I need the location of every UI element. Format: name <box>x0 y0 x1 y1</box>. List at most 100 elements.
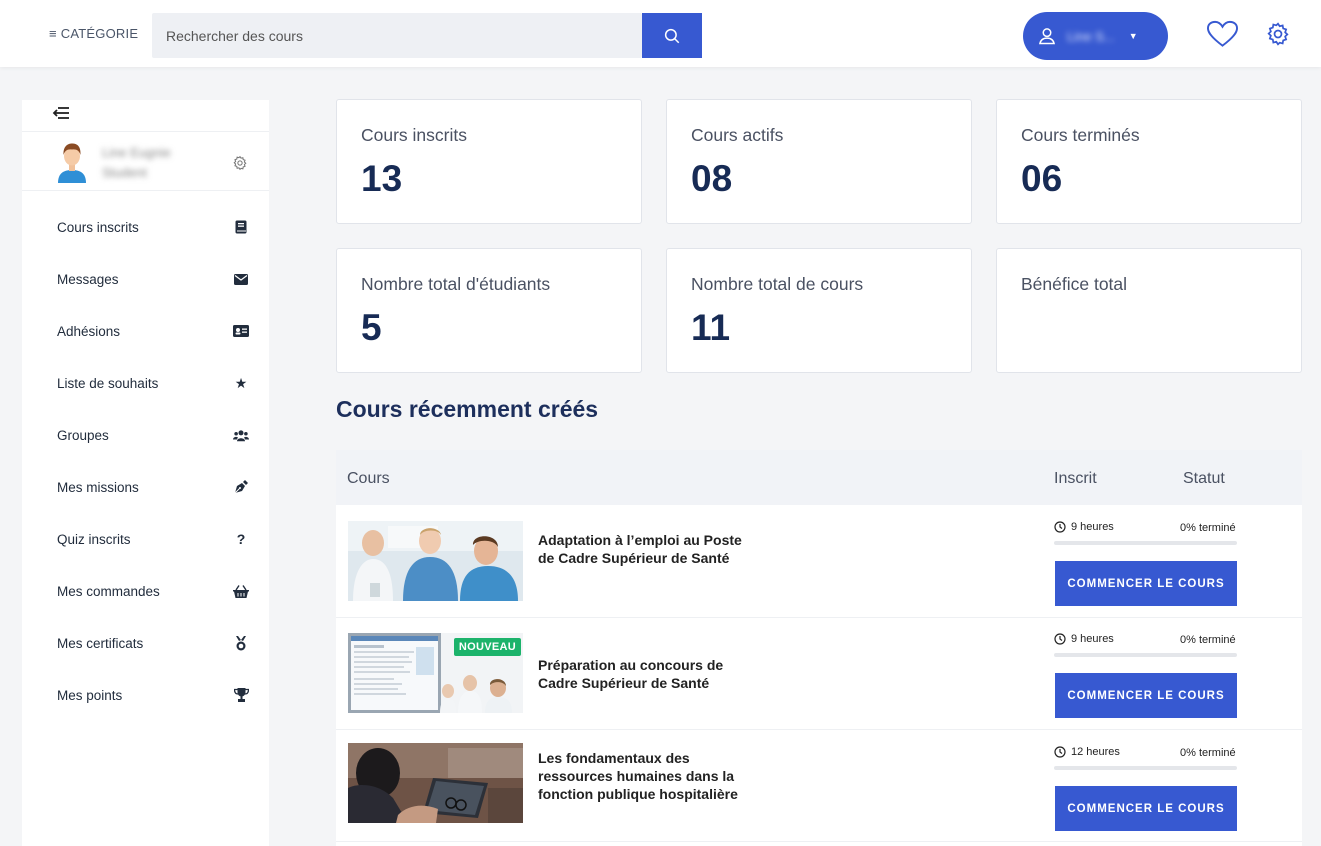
trophy-icon <box>233 687 249 703</box>
category-label: CATÉGORIE <box>60 26 139 41</box>
course-duration: 9 heures <box>1054 521 1114 533</box>
stat-card-total-cours: Nombre total de cours 11 <box>666 248 972 373</box>
progress-bar <box>1054 653 1237 657</box>
sidebar-item-label: Messages <box>57 271 119 287</box>
gear-icon <box>1267 22 1289 46</box>
column-header-cours: Cours <box>347 470 390 487</box>
sidebar-item-mes-certificats[interactable]: Mes certificats <box>22 617 269 669</box>
sidebar-item-label: Quiz inscrits <box>57 531 131 547</box>
sidebar-item-label: Liste de souhaits <box>57 375 159 391</box>
wishlist-button[interactable] <box>1206 20 1239 53</box>
course-title-link[interactable]: Adaptation à l’emploi au Poste de Cadre … <box>538 531 748 567</box>
sidebar-item-label: Adhésions <box>57 323 121 339</box>
progress-bar <box>1054 766 1237 770</box>
table-row: NOUVEAU Préparation au concours de Cadre… <box>336 618 1302 730</box>
sidebar-item-quiz-inscrits[interactable]: Quiz inscrits ? <box>22 513 269 565</box>
table-row: Les fondamentaux des ressources humaines… <box>336 730 1302 842</box>
sidebar-menu: Cours inscrits Messages Adhésions Liste … <box>22 201 269 721</box>
stat-value: 13 <box>361 158 403 199</box>
user-name: Line S... <box>1067 28 1115 44</box>
duration-text: 9 heures <box>1071 521 1114 533</box>
column-header-statut: Statut <box>1183 470 1225 487</box>
sidebar-item-label: Mes commandes <box>57 583 160 599</box>
stat-card-cours-actifs: Cours actifs 08 <box>666 99 972 224</box>
stat-value: 11 <box>691 307 731 348</box>
new-badge: NOUVEAU <box>453 638 521 656</box>
envelope-icon <box>233 271 249 287</box>
profile-name-line-2: Student <box>102 165 147 180</box>
table-header: Cours Inscrit Statut <box>336 450 1302 505</box>
progress-text: 0% terminé <box>1180 634 1236 646</box>
profile-settings-button[interactable] <box>232 155 248 176</box>
course-title-link[interactable]: Préparation au concours de Cadre Supérie… <box>538 656 748 692</box>
sidebar-item-adhesions[interactable]: Adhésions <box>22 305 269 357</box>
question-icon: ? <box>236 531 246 547</box>
collapse-sidebar-button[interactable] <box>52 106 70 125</box>
clock-icon <box>1054 521 1066 533</box>
course-title-link[interactable]: Les fondamentaux des ressources humaines… <box>538 749 748 803</box>
sidebar-item-label: Mes points <box>57 687 123 703</box>
heart-icon <box>1206 20 1239 47</box>
user-icon <box>1038 28 1056 45</box>
table-row: Adaptation à l’emploi au Poste de Cadre … <box>336 506 1302 618</box>
pen-nib-icon <box>233 479 249 495</box>
progress-bar <box>1054 541 1237 545</box>
sidebar-item-mes-missions[interactable]: Mes missions <box>22 461 269 513</box>
collapse-menu-icon <box>52 107 69 119</box>
sidebar-item-label: Cours inscrits <box>57 219 139 235</box>
star-icon: ★ <box>234 374 248 391</box>
stat-card-cours-termines: Cours terminés 06 <box>996 99 1302 224</box>
section-title: Cours récemment créés <box>336 396 599 422</box>
course-thumbnail[interactable]: NOUVEAU <box>348 633 523 713</box>
progress-text: 0% terminé <box>1180 747 1236 759</box>
stat-card-total-etudiants: Nombre total d'étudiants 5 <box>336 248 642 373</box>
user-menu-button[interactable]: Line S... ▼ <box>1023 12 1168 60</box>
profile-card: Line Eugnie Student <box>22 131 269 191</box>
stat-value: 5 <box>361 307 382 348</box>
search-input[interactable] <box>152 13 642 58</box>
duration-text: 9 heures <box>1071 633 1114 645</box>
stat-value: 06 <box>1021 158 1063 199</box>
menu-icon: ≡ <box>49 26 57 41</box>
settings-button[interactable] <box>1265 21 1291 52</box>
sidebar-item-liste-de-souhaits[interactable]: Liste de souhaits ★ <box>22 357 269 409</box>
avatar <box>58 143 86 183</box>
sidebar-item-mes-points[interactable]: Mes points <box>22 669 269 721</box>
stat-label: Bénéfice total <box>1021 274 1128 294</box>
stat-card-cours-inscrits: Cours inscrits 13 <box>336 99 642 224</box>
search-icon <box>664 28 680 43</box>
course-duration: 12 heures <box>1054 746 1120 758</box>
course-duration: 9 heures <box>1054 633 1114 645</box>
profile-name-line-1: Line Eugnie <box>102 145 171 160</box>
clock-icon <box>1054 746 1066 758</box>
stat-label: Nombre total de cours <box>691 274 864 294</box>
stat-label: Cours actifs <box>691 125 784 145</box>
start-course-button[interactable]: COMMENCER LE COURS <box>1055 561 1237 606</box>
sidebar-item-messages[interactable]: Messages <box>22 253 269 305</box>
stat-value: 08 <box>691 158 733 199</box>
sidebar-item-groupes[interactable]: Groupes <box>22 409 269 461</box>
column-header-inscrit: Inscrit <box>1054 470 1097 487</box>
id-card-icon <box>233 323 249 339</box>
sidebar-item-cours-inscrits[interactable]: Cours inscrits <box>22 201 269 253</box>
search-field <box>152 13 642 58</box>
users-icon <box>233 427 249 443</box>
book-icon <box>233 219 249 235</box>
stat-label: Nombre total d'étudiants <box>361 274 551 294</box>
basket-icon <box>233 583 249 599</box>
profile-name: Line Eugnie Student <box>102 143 171 183</box>
category-button[interactable]: ≡ CATÉGORIE <box>49 26 138 41</box>
chevron-down-icon: ▼ <box>1128 31 1138 41</box>
course-thumbnail[interactable] <box>348 521 523 601</box>
search-button[interactable] <box>642 13 702 58</box>
start-course-button[interactable]: COMMENCER LE COURS <box>1055 786 1237 831</box>
sidebar-item-label: Groupes <box>57 427 109 443</box>
stat-label: Cours terminés <box>1021 125 1140 145</box>
start-course-button[interactable]: COMMENCER LE COURS <box>1055 673 1237 718</box>
sidebar-item-mes-commandes[interactable]: Mes commandes <box>22 565 269 617</box>
stat-label: Cours inscrits <box>361 125 467 145</box>
clock-icon <box>1054 633 1066 645</box>
progress-text: 0% terminé <box>1180 522 1236 534</box>
course-thumbnail[interactable] <box>348 743 523 823</box>
medal-icon <box>233 635 249 651</box>
